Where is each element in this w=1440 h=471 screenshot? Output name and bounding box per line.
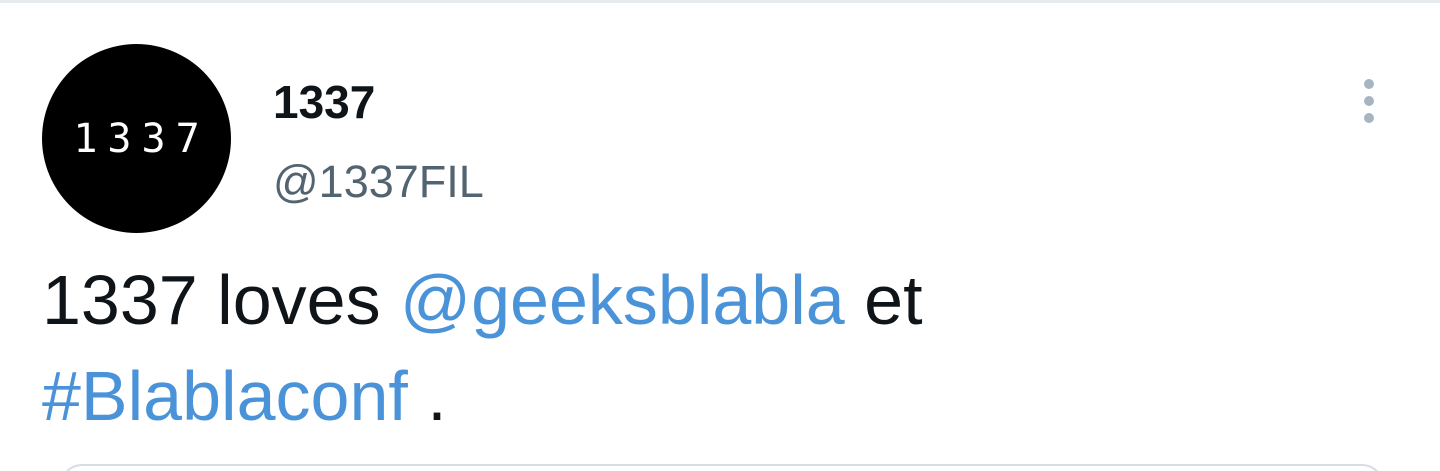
avatar[interactable]: 1337: [42, 44, 231, 233]
tweet-text-part: et: [844, 261, 923, 339]
hashtag-link[interactable]: #Blablaconf: [42, 357, 408, 435]
avatar-logo-text: 1337: [73, 115, 210, 162]
more-vertical-icon: [1364, 96, 1374, 106]
media-card-edge[interactable]: [60, 464, 1384, 471]
user-handle[interactable]: @1337FIL: [273, 156, 484, 208]
tweet-container: 1337 1337 @1337FIL 1337 loves @geeksblab…: [0, 0, 1440, 471]
tweet-text: 1337 loves @geeksblabla et #Blablaconf .: [42, 252, 1382, 444]
display-name[interactable]: 1337: [273, 76, 375, 128]
tweet-text-part: .: [407, 357, 447, 435]
top-divider: [0, 0, 1440, 3]
mention-link[interactable]: @geeksblabla: [400, 261, 845, 339]
more-vertical-icon: [1364, 79, 1374, 89]
tweet-text-part: 1337 loves: [42, 261, 401, 339]
more-options-button[interactable]: [1346, 72, 1392, 130]
more-vertical-icon: [1364, 113, 1374, 123]
